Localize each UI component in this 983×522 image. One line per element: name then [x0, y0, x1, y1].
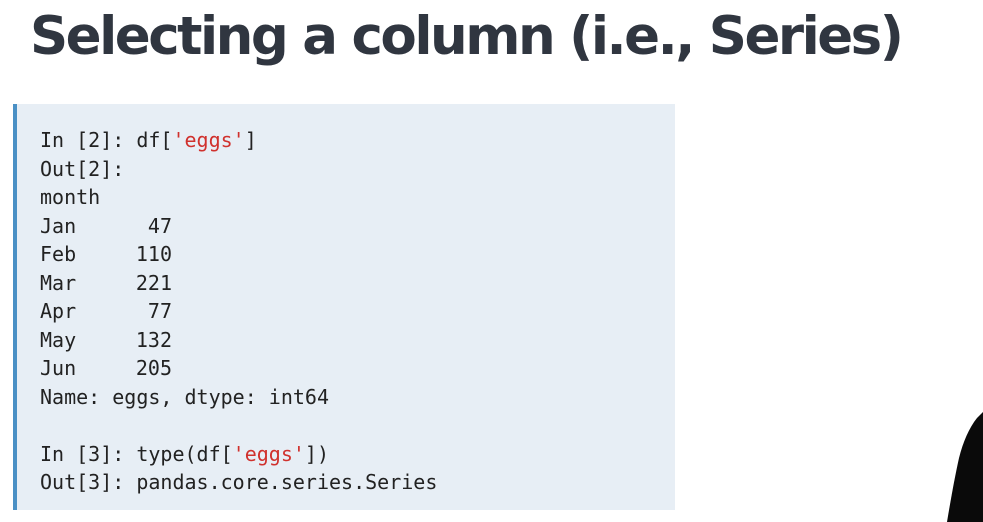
series-row-value: 77	[147, 299, 172, 323]
series-row-value: 221	[135, 270, 172, 295]
series-row-value: 205	[135, 356, 172, 380]
series-row: Jun 205	[40, 354, 675, 383]
input-suffix: ]	[244, 128, 257, 152]
string-literal: 'eggs'	[232, 441, 305, 466]
string-literal: 'eggs'	[172, 128, 245, 152]
code-output-panel: In [2]: df['eggs'] Out[2]: month Jan 47 F…	[13, 104, 675, 510]
series-row: Apr 77	[40, 297, 675, 326]
series-row-label: Jun	[40, 356, 77, 380]
input-line-3: In [3]: type(df['eggs'])	[40, 440, 675, 469]
output-label-2: Out[2]:	[40, 156, 125, 181]
series-footer: Name: eggs, dtype: int64	[40, 384, 329, 409]
series-row-label: Apr	[40, 299, 77, 323]
series-row-value: 132	[135, 327, 172, 352]
series-row: Jan 47	[40, 212, 675, 241]
series-row-label: Feb	[40, 242, 77, 266]
input-suffix: ])	[304, 441, 329, 466]
series-row: May 132	[40, 326, 675, 355]
series-row-label: Mar	[40, 270, 77, 295]
presenter-silhouette	[947, 412, 983, 522]
output-line-3: Out[3]: pandas.core.series.Series	[40, 470, 438, 494]
series-row-label: Jan	[40, 213, 77, 238]
series-row-value: 47	[147, 213, 172, 238]
input-line-2: In [2]: df['eggs']	[40, 126, 675, 155]
input-prompt: In [3]: type(df[	[40, 441, 233, 466]
series-row: Mar 221	[40, 269, 675, 298]
series-index-name: month	[40, 185, 101, 209]
input-prompt: In [2]: df[	[40, 128, 173, 152]
series-row-value: 110	[135, 242, 172, 266]
series-row: Feb 110	[40, 240, 675, 269]
slide-title: Selecting a column (i.e., Series)	[30, 6, 904, 67]
series-row-label: May	[40, 327, 77, 352]
